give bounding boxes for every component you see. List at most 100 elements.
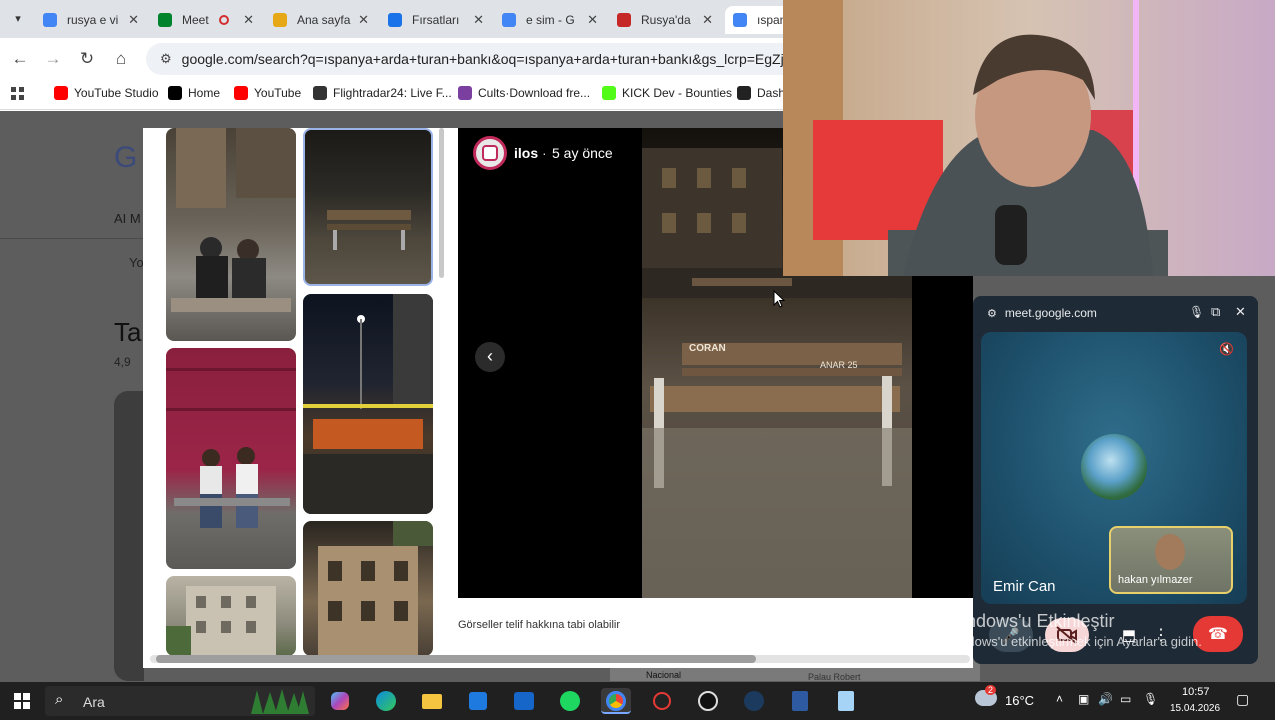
spotify-icon[interactable]: [555, 688, 585, 714]
close-tab-icon[interactable]: ✕: [473, 12, 484, 28]
bookmark-item[interactable]: Dash: [737, 86, 785, 100]
meet-icon: [158, 13, 172, 27]
bookmark-item[interactable]: Cults·Download fre...: [458, 86, 590, 100]
meet-header: ⚙ meet.google.com 🎙 ⧉ ✕: [973, 296, 1258, 330]
browser-tab[interactable]: Ana sayfa ✕: [265, 6, 377, 34]
browser-tab[interactable]: e sim - G ✕: [494, 6, 606, 34]
clock-date[interactable]: 15.04.2026: [1170, 703, 1220, 714]
steam-icon[interactable]: [739, 688, 769, 714]
thumbnail-couple-on-bench[interactable]: [166, 128, 296, 341]
thumbnail-art: [166, 368, 296, 528]
windows-start-icon[interactable]: [14, 693, 30, 709]
map-label-palau: Palau Robert: [808, 672, 861, 682]
back-button[interactable]: ←: [9, 48, 31, 70]
activation-watermark-subtitle: Windows'u etkinleştirmek için Ayarlar'a …: [945, 634, 1202, 649]
obs-studio-icon[interactable]: [693, 688, 723, 714]
kick-icon: [602, 86, 616, 100]
google-g-icon: [43, 13, 57, 27]
bookmark-item[interactable]: YouTube: [234, 86, 301, 100]
obs-recording-icon[interactable]: [647, 688, 677, 714]
360-icon: [617, 13, 631, 27]
apps-grid-icon[interactable]: [11, 87, 25, 101]
browser-tab[interactable]: Fırsatları ✕: [380, 6, 492, 34]
google-logo-partial: G: [114, 141, 138, 174]
bench-graffiti-1: CORAN: [689, 343, 726, 354]
thumbnail-art: [327, 210, 411, 250]
site-info-icon[interactable]: ⚙: [160, 51, 172, 67]
show-hidden-icons-chevron-icon[interactable]: ˄: [1056, 692, 1063, 706]
tab-title: ıspan: [757, 13, 787, 27]
chrome-icon[interactable]: [601, 688, 631, 714]
bookmark-item[interactable]: Flightradar24: Live F...: [313, 86, 452, 100]
copilot-app-icon[interactable]: [325, 688, 355, 714]
temperature[interactable]: 16°C: [1005, 693, 1034, 708]
thumbnail-art: [171, 128, 296, 312]
tab-title: e sim - G: [526, 13, 575, 27]
bookmark-label: Flightradar24: Live F...: [333, 86, 452, 100]
copyright-note: Görseller telif hakkına tabi olabilir: [458, 619, 621, 631]
participant-avatar: [1081, 434, 1147, 500]
meet-settings-icon[interactable]: ⚙: [987, 307, 997, 320]
thumbnail-two-men-bench[interactable]: [166, 348, 296, 569]
microsoft-store-icon[interactable]: [463, 688, 493, 714]
recording-indicator-icon: [218, 15, 229, 25]
reload-button[interactable]: ↻: [76, 48, 98, 70]
close-tab-icon[interactable]: ✕: [358, 12, 369, 28]
previous-image-button[interactable]: ‹: [475, 342, 505, 372]
network-icon[interactable]: ▭: [1120, 692, 1131, 706]
search-highlight-trees-icon: [251, 689, 309, 714]
taskbar-search-box[interactable]: ⌕ Ara: [45, 686, 315, 716]
forward-button[interactable]: →: [42, 48, 64, 70]
source-avatar[interactable]: [473, 136, 507, 170]
browser-tab[interactable]: Meet ✕: [150, 6, 262, 34]
main-participant-name: Emir Can: [993, 578, 1056, 595]
homepage-icon: [273, 13, 287, 27]
meta-separator: ·: [542, 145, 547, 161]
chip-partial: Yo: [129, 255, 144, 270]
tray-app-icon[interactable]: ▣: [1078, 692, 1089, 706]
google-g-icon: [502, 13, 516, 27]
microphone-icon[interactable]: 🎙: [1189, 305, 1204, 319]
thumbnail-building-day[interactable]: [166, 576, 296, 656]
scrollbar-thumb[interactable]: [156, 655, 756, 663]
edge-app-icon[interactable]: [371, 688, 401, 714]
notepad-icon[interactable]: [831, 688, 861, 714]
volume-icon[interactable]: 🔊: [1098, 692, 1113, 706]
map-label-nacional: Nacional: [646, 670, 682, 680]
meet-picture-in-picture: ⚙ meet.google.com 🎙 ⧉ ✕ 🔇 Emir Can hakan…: [973, 296, 1258, 664]
bookmark-item[interactable]: Home: [168, 86, 220, 100]
notification-center-icon[interactable]: ▢: [1236, 691, 1249, 708]
bookmark-item[interactable]: YouTube Studio: [54, 86, 159, 100]
close-tab-icon[interactable]: ✕: [702, 12, 713, 28]
bookmark-label: Dash: [757, 86, 786, 100]
tray-microphone-icon[interactable]: 🎙: [1143, 692, 1158, 706]
outlook-icon[interactable]: [509, 688, 539, 714]
close-tab-icon[interactable]: ✕: [243, 12, 254, 28]
browser-tab[interactable]: Rusya'da ✕: [609, 6, 721, 34]
thumbnail-ornate-building-night[interactable]: [303, 521, 433, 656]
thumbnail-bench-night-selected[interactable]: [303, 128, 433, 286]
clock-time[interactable]: 10:57: [1182, 686, 1210, 698]
bookmark-label: Home: [188, 86, 221, 100]
horizontal-scrollbar[interactable]: [150, 655, 970, 663]
file-explorer-icon[interactable]: [417, 688, 447, 714]
mouse-cursor-icon: [773, 290, 786, 308]
result-image-partial: [114, 391, 144, 681]
close-tab-icon[interactable]: ✕: [128, 12, 139, 28]
close-pip-icon[interactable]: ✕: [1235, 304, 1246, 320]
thumbnail-scrollbar[interactable]: [439, 128, 444, 278]
close-tab-icon[interactable]: ✕: [587, 12, 598, 28]
tab-search-dropdown-button[interactable]: ▾: [8, 9, 28, 29]
hang-up-icon: ☎: [1208, 626, 1228, 643]
calculator-icon[interactable]: [785, 688, 815, 714]
tab-title: Rusya'da: [641, 13, 691, 27]
bookmark-item[interactable]: KICK Dev - Bounties: [602, 86, 732, 100]
home-button[interactable]: ⌂: [110, 48, 132, 70]
source-name[interactable]: ilos: [514, 145, 538, 161]
bookmark-label: YouTube Studio: [74, 86, 159, 100]
tab-title: Ana sayfa: [297, 13, 351, 27]
self-view-tile[interactable]: hakan yılmazer: [1109, 526, 1233, 594]
browser-tab[interactable]: rusya e vi ✕: [35, 6, 147, 34]
thumbnail-street-construction-night[interactable]: [303, 294, 433, 514]
back-to-tab-icon[interactable]: ⧉: [1211, 304, 1220, 320]
